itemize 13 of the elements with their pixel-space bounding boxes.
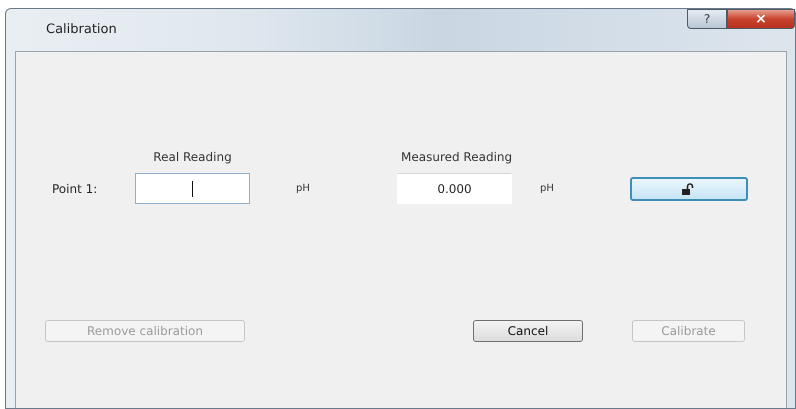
unit-label: pH xyxy=(295,183,311,194)
close-button[interactable]: × xyxy=(727,9,795,29)
unlocked-padlock-icon xyxy=(682,182,696,194)
point-label: Point 1: xyxy=(52,182,98,196)
column-heading: Real Reading xyxy=(152,150,233,166)
help-button[interactable]: ? xyxy=(687,9,727,29)
unit-label: pH xyxy=(540,183,555,194)
window-title: Calibration xyxy=(46,22,117,37)
column-heading: Measured Reading xyxy=(400,150,512,166)
dialog-button[interactable]: Cancel xyxy=(473,320,583,342)
input-field[interactable] xyxy=(135,173,250,204)
lock-button[interactable] xyxy=(630,176,748,200)
value-field: 0.000 xyxy=(397,173,512,204)
